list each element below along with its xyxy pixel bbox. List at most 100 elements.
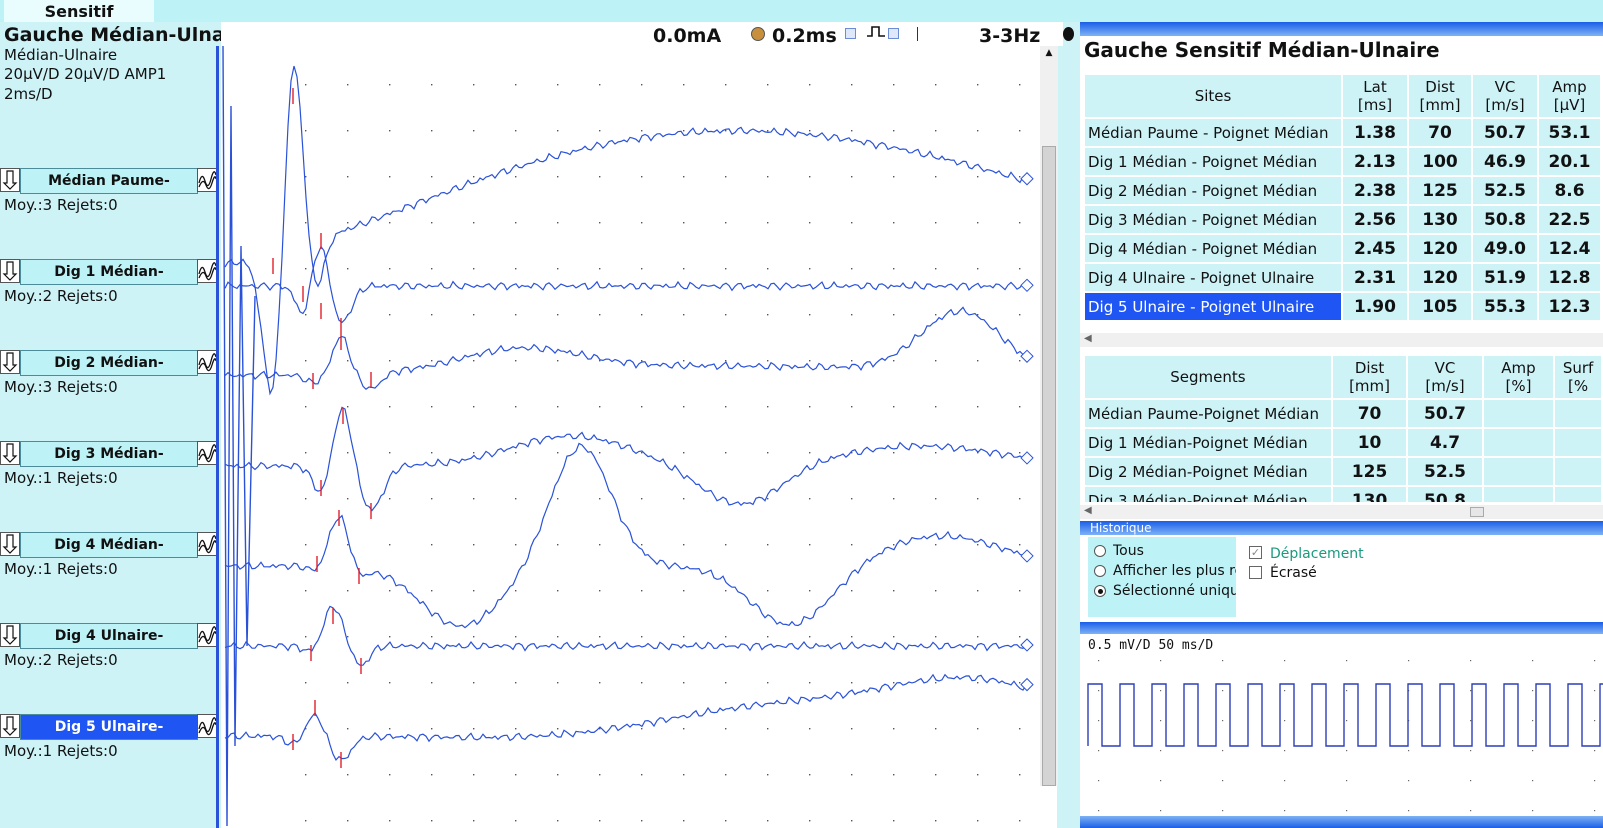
duration-dropdown-icon[interactable] [845,28,856,39]
table-row[interactable]: Dig 5 Ulnaire - Poignet Ulnaire 1.90 105… [1085,293,1600,320]
grid-dot [1284,750,1286,752]
channel-wave-button[interactable] [197,714,218,738]
channel-wave-button[interactable] [197,532,218,556]
grid-dot [1019,452,1021,454]
scroll-up-icon[interactable]: ▲ [1040,48,1058,62]
deplacement-checkbox[interactable]: ✓ [1249,546,1262,559]
site-name[interactable]: Dig 2 Médian - Poignet Médian [1085,177,1341,204]
channel-label[interactable]: Dig 2 Médian- [20,350,198,376]
grid-dot [1019,84,1021,86]
col-seg-vc[interactable]: VC [m/s] [1408,356,1482,398]
pulse-dropdown-icon[interactable] [888,28,899,39]
channel-down-button[interactable] [0,441,20,465]
table-row[interactable]: Médian Paume - Poignet Médian 1.38 70 50… [1085,119,1600,146]
table-row[interactable]: Dig 2 Médian - Poignet Médian 2.38 125 5… [1085,177,1600,204]
channel-label[interactable]: Médian Paume- [20,168,198,194]
channel-label[interactable]: Dig 1 Médian- [20,259,198,285]
site-name[interactable]: Médian Paume - Poignet Médian [1085,119,1341,146]
dist-cell: 130 [1409,206,1471,233]
grid-dot [1019,636,1021,638]
col-dist[interactable]: Dist [mm] [1409,75,1471,117]
current-value[interactable]: 0.0mA [653,25,721,47]
grid-dot [599,682,601,684]
channel-down-button[interactable] [0,623,20,647]
table-row[interactable]: Dig 2 Médian-Poignet Médian 125 52.5 [1085,458,1601,485]
tab-sensitif[interactable]: Sensitif [4,0,154,22]
channel-wave-button[interactable] [197,623,218,647]
grid-dot [431,590,433,592]
frequency-value[interactable]: 3-3Hz [979,25,1040,47]
grid-dot [809,314,811,316]
segments-table: Segments Dist [mm] VC [m/s] Amp [%] Surf [% … [1083,354,1603,516]
channel-wave-button[interactable] [197,168,218,192]
grid-dot [725,636,727,638]
grid-dot [557,452,559,454]
table-row[interactable]: Médian Paume-Poignet Médian 70 50.7 [1085,400,1601,427]
historique-radio[interactable] [1094,585,1106,597]
scroll-thumb-segments[interactable] [1470,507,1484,517]
channel-wave-button[interactable] [197,441,218,465]
stim-icon[interactable] [751,27,765,41]
channel-wave-button[interactable] [197,350,218,374]
col-sites[interactable]: Sites [1085,75,1341,117]
table-row[interactable]: Dig 3 Médian - Poignet Médian 2.56 130 5… [1085,206,1600,233]
grid-dot [473,176,475,178]
col-segments[interactable]: Segments [1085,356,1331,398]
segment-name[interactable]: Dig 1 Médian-Poignet Médian [1085,429,1331,456]
scroll-left-icon[interactable]: ◀ [1084,333,1092,344]
monitor-bar [1080,622,1603,634]
site-name[interactable]: Dig 1 Médian - Poignet Médian [1085,148,1341,175]
trace-end-marker [1020,172,1034,186]
channel-stats: Moy.:3 Rejets:0 [4,196,118,214]
col-seg-amp[interactable]: Amp [%] [1483,356,1554,398]
grid-dot [305,590,307,592]
col-seg-dist[interactable]: Dist [mm] [1332,356,1407,398]
col-amp[interactable]: Amp [µV] [1539,75,1600,117]
grid-dot [1470,780,1472,782]
grid-dot [935,268,937,270]
grid-dot [851,774,853,776]
grid-dot [389,820,391,822]
site-name[interactable]: Dig 3 Médian - Poignet Médian [1085,206,1341,233]
grid-dot [809,682,811,684]
grid-dot [431,682,433,684]
horizontal-scrollbar-segments[interactable] [1080,505,1603,519]
grid-dot [305,84,307,86]
historique-radio[interactable] [1094,565,1106,577]
segment-name[interactable]: Médian Paume-Poignet Médian [1085,400,1331,427]
record-icon[interactable] [1063,27,1074,41]
channel-down-button[interactable] [0,714,20,738]
horizontal-scrollbar-sites[interactable] [1080,333,1603,347]
channel-down-button[interactable] [0,168,20,192]
channel-label[interactable]: Dig 3 Médian- [20,441,198,467]
table-row[interactable]: Dig 1 Médian-Poignet Médian 10 4.7 [1085,429,1601,456]
grid-dot [725,176,727,178]
channel-label[interactable]: Dig 4 Ulnaire- [20,623,198,649]
scroll-left-icon-2[interactable]: ◀ [1084,505,1092,516]
segment-name[interactable]: Dig 2 Médian-Poignet Médian [1085,458,1331,485]
col-seg-surf[interactable]: Surf [% [1555,356,1601,398]
channel-down-button[interactable] [0,532,20,556]
table-row[interactable]: Dig 1 Médian - Poignet Médian 2.13 100 4… [1085,148,1600,175]
site-name[interactable]: Dig 4 Ulnaire - Poignet Ulnaire [1085,264,1341,291]
channel-label[interactable]: Dig 5 Ulnaire- [20,714,198,740]
col-lat[interactable]: Lat [ms] [1343,75,1407,117]
scroll-thumb[interactable] [1042,146,1056,786]
ecrase-checkbox[interactable] [1249,566,1262,579]
historique-radio[interactable] [1094,545,1106,557]
channel-down-button[interactable] [0,259,20,283]
sites-table: Sites Lat [ms] Dist [mm] VC [m/s] Amp [µV] M… [1083,73,1602,322]
pulse-icon[interactable] [866,24,886,40]
site-name[interactable]: Dig 5 Ulnaire - Poignet Ulnaire [1085,293,1341,320]
col-vc[interactable]: VC [m/s] [1473,75,1537,117]
grid-dot [683,682,685,684]
table-row[interactable]: Dig 4 Ulnaire - Poignet Ulnaire 2.31 120… [1085,264,1600,291]
grid-dot [809,498,811,500]
waveform-traces[interactable] [221,46,1057,828]
channel-label[interactable]: Dig 4 Médian- [20,532,198,558]
site-name[interactable]: Dig 4 Médian - Poignet Médian [1085,235,1341,262]
channel-down-button[interactable] [0,350,20,374]
table-row[interactable]: Dig 4 Médian - Poignet Médian 2.45 120 4… [1085,235,1600,262]
duration-value[interactable]: 0.2ms [772,25,837,47]
channel-wave-button[interactable] [197,259,218,283]
